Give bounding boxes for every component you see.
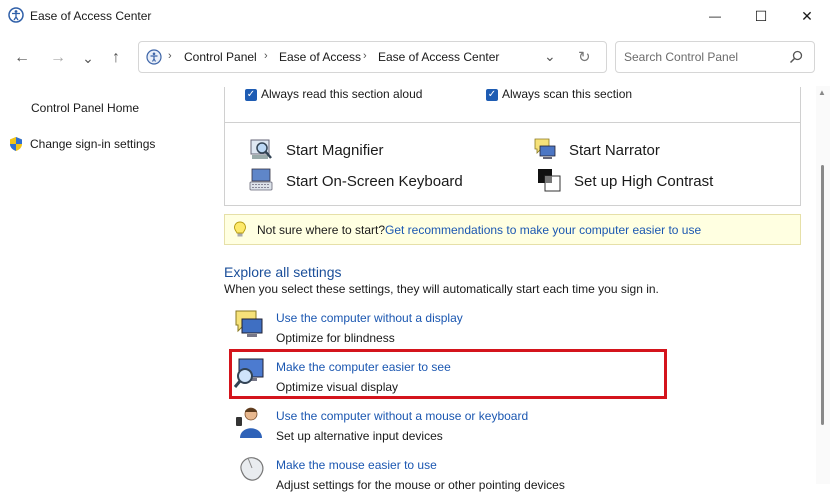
scroll-up-arrow-icon[interactable]: ▲ — [818, 88, 826, 97]
breadcrumb-separator: › — [264, 50, 268, 62]
set-up-high-contrast-link[interactable]: Set up High Contrast — [574, 173, 713, 190]
explore-item-description: Adjust settings for the mouse or other p… — [276, 478, 565, 492]
always-scan-label[interactable]: Always scan this section — [502, 87, 632, 101]
change-signin-settings-link[interactable]: Change sign-in settings — [30, 137, 155, 151]
ease-of-access-icon — [8, 7, 24, 23]
always-read-checkbox[interactable]: ✓ — [245, 89, 257, 101]
breadcrumb-separator: › — [363, 50, 367, 62]
start-on-screen-keyboard-link[interactable]: Start On-Screen Keyboard — [286, 173, 463, 190]
forward-button[interactable]: → — [44, 44, 72, 72]
mouse-icon — [234, 454, 268, 484]
tip-lead-text: Not sure where to start? — [257, 223, 386, 237]
get-recommendations-link[interactable]: Get recommendations to make your compute… — [385, 223, 701, 237]
window-title: Ease of Access Center — [30, 9, 152, 23]
high-contrast-icon — [537, 168, 561, 192]
start-narrator-link[interactable]: Start Narrator — [569, 142, 660, 159]
on-screen-keyboard-icon — [249, 168, 273, 192]
quick-access-tools — [224, 123, 801, 206]
magnifier-icon — [249, 138, 273, 162]
close-button[interactable]: ✕ — [784, 0, 830, 32]
breadcrumb-separator: › — [168, 50, 172, 62]
lightbulb-icon — [233, 221, 247, 239]
explore-item-description: Optimize for blindness — [276, 331, 395, 345]
control-panel-icon — [146, 49, 162, 65]
uac-shield-icon — [8, 136, 24, 152]
always-read-label[interactable]: Always read this section aloud — [261, 87, 422, 101]
explore-item-link[interactable]: Use the computer without a mouse or keyb… — [276, 409, 528, 423]
breadcrumb-control-panel[interactable]: Control Panel — [184, 50, 257, 64]
breadcrumb-ease-of-access-center[interactable]: Ease of Access Center — [378, 50, 499, 64]
minimize-button[interactable]: — — [692, 0, 738, 32]
maximize-button[interactable]: ☐ — [738, 0, 784, 32]
explore-section-title: Explore all settings — [224, 264, 342, 280]
control-panel-home-link[interactable]: Control Panel Home — [31, 101, 139, 115]
search-icon[interactable] — [789, 50, 803, 64]
start-magnifier-link[interactable]: Start Magnifier — [286, 142, 384, 159]
narrator-icon — [533, 137, 557, 161]
no-display-icon — [232, 307, 266, 341]
back-button[interactable]: ← — [8, 44, 36, 72]
address-dropdown-icon[interactable]: ⌄ — [544, 48, 556, 65]
no-mouse-keyboard-icon — [234, 405, 268, 439]
explore-item-description: Set up alternative input devices — [276, 429, 443, 443]
explore-section-subtitle: When you select these settings, they wil… — [224, 282, 659, 296]
explore-item-link[interactable]: Make the mouse easier to use — [276, 458, 437, 472]
breadcrumb-ease-of-access[interactable]: Ease of Access — [279, 50, 361, 64]
up-button[interactable]: ↑ — [102, 44, 130, 72]
highlight-box — [229, 349, 667, 399]
always-scan-checkbox[interactable]: ✓ — [486, 89, 498, 101]
recent-locations-button[interactable]: ⌄ — [74, 44, 102, 72]
explore-item-link[interactable]: Use the computer without a display — [276, 311, 463, 325]
search-placeholder: Search Control Panel — [624, 50, 739, 64]
refresh-icon[interactable]: ↻ — [578, 48, 591, 66]
scroll-thumb[interactable] — [821, 165, 824, 425]
